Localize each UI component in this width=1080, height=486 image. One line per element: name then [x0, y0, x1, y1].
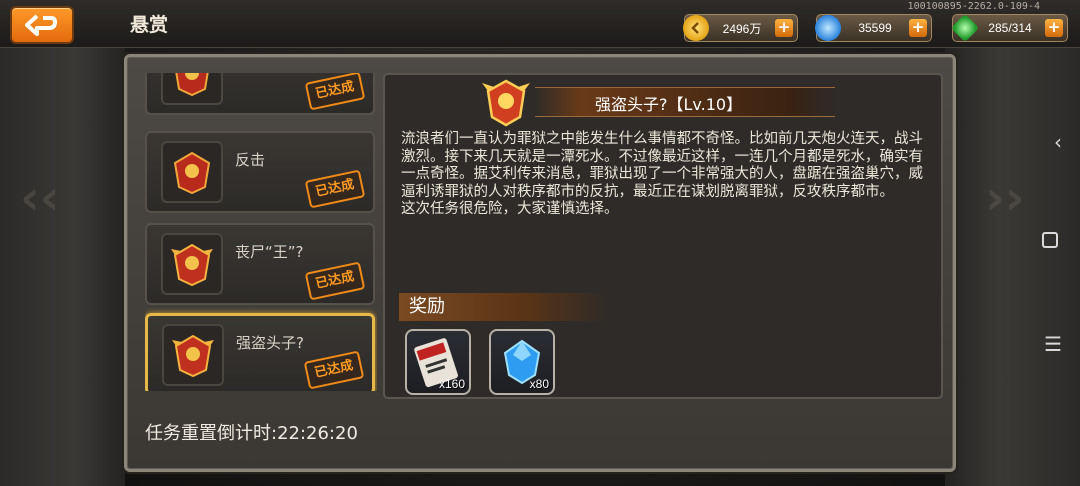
gold-resource: 2496万 +: [683, 14, 798, 42]
quest-detail: 强盗头子?【Lv.10】 流浪者们一直认为罪狱之中能发生什么事情都不奇怪。比如前…: [383, 73, 943, 399]
quest-item[interactable]: 反击 已达成: [145, 131, 375, 213]
background-door-left: ‹‹: [0, 40, 125, 486]
energy-gem-icon: [950, 13, 980, 43]
quest-list[interactable]: 已达成 反击 已达成 丧尸“王”? 已达成 强盗头子? 已达成: [145, 73, 377, 391]
quest-rank-emblem-icon: [482, 79, 530, 127]
diamond-value: 35599: [858, 21, 892, 35]
quest-emblem-icon: [161, 141, 223, 203]
back-button[interactable]: [10, 6, 74, 44]
quest-description: 流浪者们一直认为罪狱之中能发生什么事情都不奇怪。比如前几天炮火连天，战斗激烈。接…: [401, 131, 931, 219]
reward-crystal[interactable]: x80: [489, 329, 555, 395]
chevron-decoration-icon: ‹‹: [20, 170, 60, 226]
reward-qty: x160: [438, 377, 465, 391]
completed-stamp: 已达成: [304, 73, 366, 111]
quest-title: 强盗头子?【Lv.10】: [595, 95, 743, 114]
gold-value: 2496万: [722, 21, 762, 36]
add-energy-button[interactable]: +: [1045, 19, 1063, 37]
quest-name: 反击: [235, 151, 266, 169]
reward-qty: x80: [529, 377, 549, 391]
quest-emblem-icon: [162, 324, 224, 386]
quest-item-selected[interactable]: 强盗头子? 已达成: [145, 313, 375, 391]
quest-item[interactable]: 已达成: [145, 73, 375, 115]
background-door-right: ››: [945, 40, 1080, 486]
page-title: 悬赏: [130, 14, 169, 36]
quest-warning-text: 这次任务很危险，大家谨慎选择。: [401, 201, 619, 217]
energy-value: 285/314: [988, 21, 1032, 35]
diamond-resource: 35599 +: [815, 14, 932, 42]
completed-stamp: 已达成: [304, 169, 366, 209]
diamond-icon: [815, 15, 841, 41]
quest-emblem-icon: [161, 73, 223, 105]
nav-menu-icon[interactable]: ☰: [1044, 332, 1062, 356]
top-bar: 悬赏 100100895-2262.0-109-4 2496万 + 35599 …: [0, 0, 1080, 48]
quest-description-text: 流浪者们一直认为罪狱之中能发生什么事情都不奇怪。比如前几天炮火连天，战斗激烈。接…: [401, 131, 923, 200]
add-diamond-button[interactable]: +: [909, 19, 927, 37]
gold-coin-icon: [683, 15, 709, 41]
completed-stamp: 已达成: [304, 261, 366, 301]
bounty-panel: 已达成 反击 已达成 丧尸“王”? 已达成 强盗头子? 已达成 强盗头子?【Lv…: [124, 54, 956, 472]
chevron-decoration-icon: ››: [985, 170, 1025, 226]
quest-item[interactable]: 丧尸“王”? 已达成: [145, 223, 375, 305]
quest-emblem-icon: [161, 233, 223, 295]
back-arrow-icon: [25, 14, 57, 36]
nav-back-icon[interactable]: ‹: [1054, 130, 1062, 154]
quest-name: 丧尸“王”?: [235, 243, 304, 261]
reset-countdown: 任务重置倒计时:22:26:20: [145, 423, 358, 444]
reward-label: 奖励: [399, 293, 609, 321]
nav-home-icon[interactable]: [1042, 232, 1058, 248]
add-gold-button[interactable]: +: [775, 19, 793, 37]
reward-ticket[interactable]: x160: [405, 329, 471, 395]
quest-name: 强盗头子?: [236, 334, 304, 352]
completed-stamp: 已达成: [303, 350, 365, 390]
build-info: 100100895-2262.0-109-4: [907, 1, 1040, 12]
energy-resource: 285/314 +: [950, 13, 1068, 43]
